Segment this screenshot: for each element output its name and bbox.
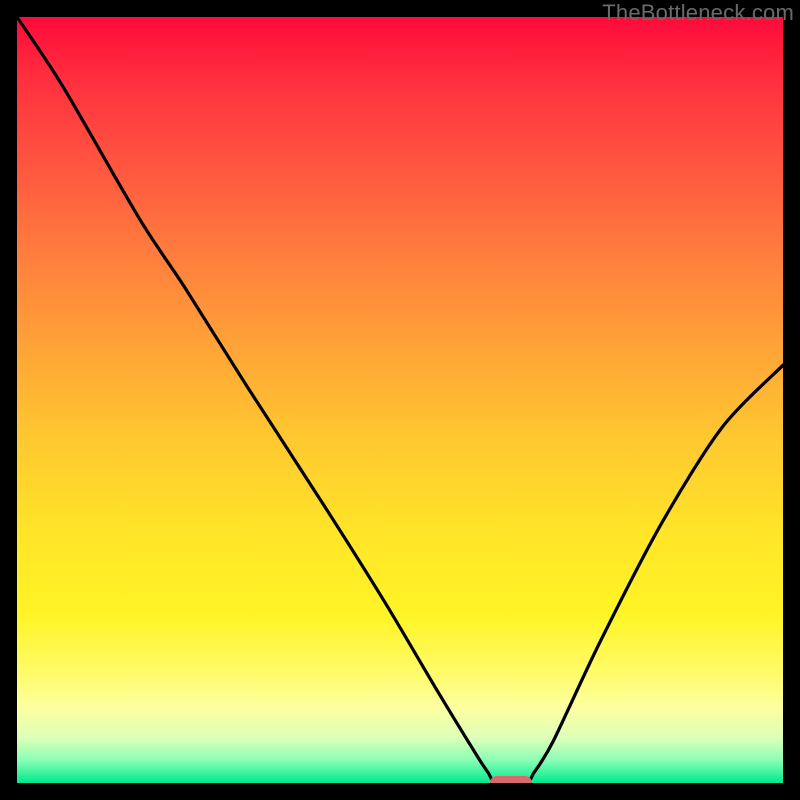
optimal-point-marker: [490, 776, 532, 783]
chart-frame: TheBottleneck.com: [0, 0, 800, 800]
bottleneck-curve: [17, 17, 783, 783]
plot-area: [17, 17, 783, 783]
watermark-text: TheBottleneck.com: [602, 0, 794, 26]
